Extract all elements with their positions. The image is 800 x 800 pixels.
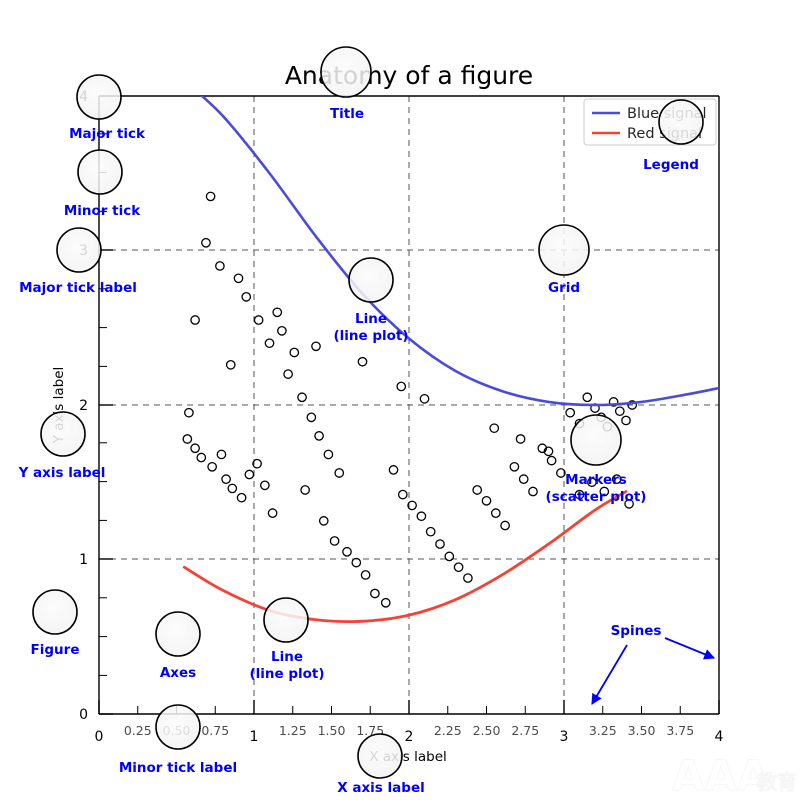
anno-circle-legend: [658, 99, 704, 145]
anno-label-minor-tick-label: Minor tick label: [119, 760, 237, 776]
anno-label-line-red-1: Line: [271, 649, 303, 665]
anno-circle-axes: [155, 611, 201, 657]
anno-label-major-tick: Major tick: [69, 126, 146, 142]
anno-circle-minor-tick-label: [155, 704, 201, 750]
anno-label-markers-1: Markers: [565, 472, 627, 488]
x-minor-tick-label: 3.75: [666, 723, 694, 738]
x-tick-label: 3: [560, 729, 569, 745]
x-tick-label: 1: [250, 729, 259, 745]
anno-circle-grid: [538, 224, 590, 276]
anno-circle-line-red: [263, 597, 309, 643]
anno-circle-minor-tick: [77, 149, 123, 195]
x-minor-tick-label: 0.25: [124, 723, 152, 738]
x-tick-label: 4: [715, 729, 724, 745]
x-minor-tick-label: 2.50: [473, 723, 501, 738]
x-minor-tick-label: 3.25: [589, 723, 617, 738]
watermark-cjk-text: 教育: [757, 770, 797, 794]
y-tick-label: 0: [79, 707, 88, 723]
anno-label-figure: Figure: [31, 642, 80, 658]
x-minor-tick-label: 3.50: [628, 723, 656, 738]
anno-circle-y-axis-label: [40, 411, 86, 457]
anno-label-line-blue-1: Line: [355, 311, 387, 327]
anno-circle-line-blue: [348, 257, 394, 303]
anno-label-legend: Legend: [643, 157, 699, 173]
figure-canvas: 0 1 2 3 4 0.25 0.50 0.75 1.25 1.50 1.75 …: [0, 0, 800, 800]
anno-label-spines: Spines: [611, 623, 662, 639]
y-tick-label: 1: [79, 552, 88, 568]
anno-label-markers-2: (scatter plot): [546, 489, 647, 505]
anatomy-figure: 0 1 2 3 4 0.25 0.50 0.75 1.25 1.50 1.75 …: [0, 0, 800, 800]
anno-label-line-blue-2: (line plot): [333, 328, 408, 344]
y-tick-label: 2: [79, 398, 88, 414]
anno-circle-markers: [570, 414, 622, 466]
x-minor-tick-label: 1.50: [318, 723, 346, 738]
x-minor-tick-label: 1.25: [279, 723, 307, 738]
anno-circle-major-tick: [76, 74, 122, 120]
anno-label-minor-tick: Minor tick: [64, 203, 141, 219]
anno-circle-figure: [32, 589, 78, 635]
anno-label-title: Title: [330, 106, 364, 122]
anno-label-x-axis-label: X axis label: [337, 780, 424, 796]
anno-circle-x-axis-label: [357, 733, 403, 779]
x-tick-label: 0: [95, 729, 104, 745]
x-tick-label: 2: [405, 729, 414, 745]
anno-label-line-red-2: (line plot): [249, 666, 324, 682]
anno-label-grid: Grid: [548, 280, 580, 296]
anno-label-y-axis-label: Y axis label: [18, 465, 106, 481]
anno-circle-major-tick-label: [56, 227, 102, 273]
x-minor-tick-label: 2.75: [511, 723, 539, 738]
watermark-text: AAA: [672, 751, 770, 800]
anno-circle-title: [320, 46, 372, 98]
anno-label-axes: Axes: [160, 665, 196, 681]
anno-label-major-tick-label: Major tick label: [19, 280, 137, 296]
x-minor-tick-label: 0.75: [201, 723, 229, 738]
x-minor-tick-label: 2.25: [434, 723, 462, 738]
